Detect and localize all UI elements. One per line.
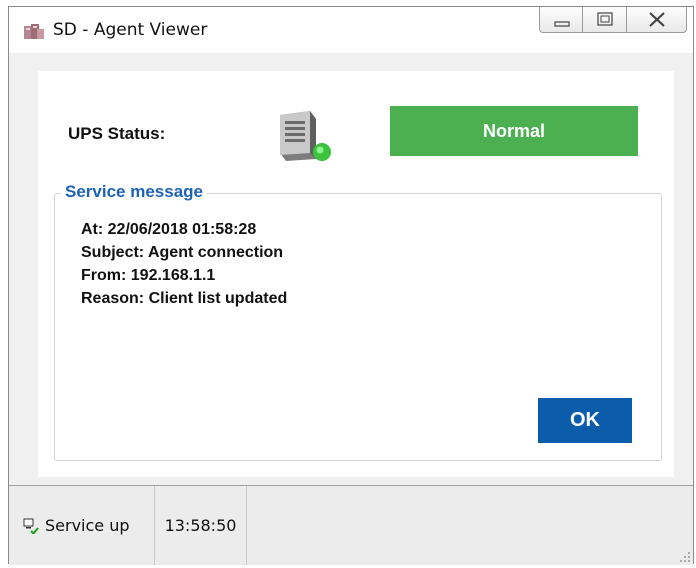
maximize-icon — [597, 12, 613, 26]
service-status-cell: Service up — [9, 486, 155, 565]
resize-grip-icon[interactable] — [679, 551, 691, 563]
message-reason: Reason: Client list updated — [81, 290, 288, 307]
network-connected-icon — [23, 518, 39, 534]
ok-button[interactable]: OK — [538, 398, 632, 443]
ups-status-badge: Normal — [390, 106, 638, 156]
close-button[interactable] — [627, 7, 687, 33]
minimize-button[interactable] — [539, 7, 583, 33]
title-bar[interactable]: SD - Agent Viewer — [9, 7, 693, 53]
maximize-button[interactable] — [583, 7, 627, 33]
service-status-text: Service up — [45, 516, 130, 535]
main-panel: UPS Status: Normal Service message At: 2… — [38, 71, 674, 477]
service-message-group: Service message At: 22/06/2018 01:58:28 … — [54, 182, 662, 461]
agent-viewer-window: SD - Agent Viewer UPS Status: Normal Ser… — [8, 6, 694, 565]
status-bar: Service up 13:58:50 — [9, 485, 693, 565]
app-icon — [24, 24, 44, 39]
message-from: From: 192.168.1.1 — [81, 267, 216, 284]
minimize-icon — [554, 21, 570, 27]
server-icon — [280, 111, 331, 161]
service-message-body: At: 22/06/2018 01:58:28 Subject: Agent c… — [81, 218, 287, 310]
service-message-legend: Service message — [61, 182, 207, 202]
ups-status-label: UPS Status: — [68, 124, 166, 143]
close-icon — [649, 12, 665, 27]
message-subject: Subject: Agent connection — [81, 244, 284, 261]
status-time: 13:58:50 — [155, 486, 247, 565]
window-title: SD - Agent Viewer — [53, 20, 208, 40]
message-time: At: 22/06/2018 01:58:28 — [81, 221, 257, 238]
